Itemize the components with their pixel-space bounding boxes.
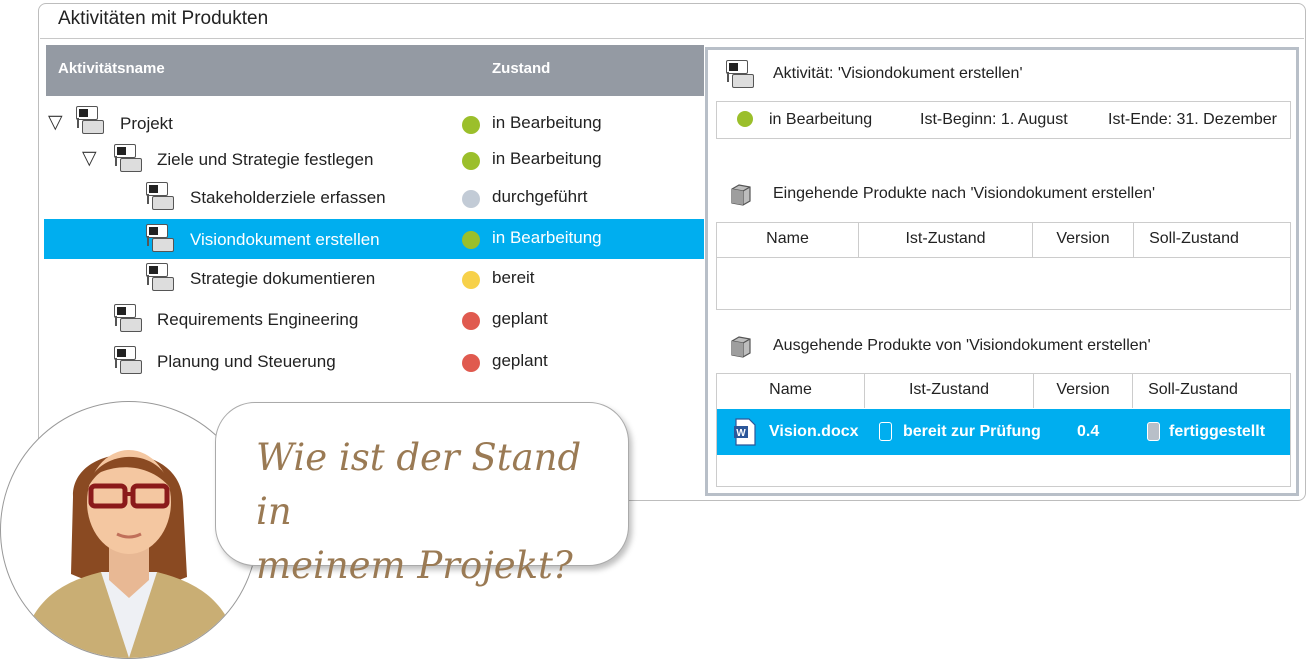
- activity-icon: [114, 144, 144, 174]
- tree-row-visiondokument[interactable]: Visiondokument erstellen in Bearbeitung: [44, 219, 704, 259]
- activity-title: Aktivität: 'Visiondokument erstellen': [773, 65, 1023, 82]
- column-header-name[interactable]: Name: [717, 223, 859, 257]
- activity-icon: [146, 263, 176, 293]
- status-dot: [462, 190, 480, 208]
- speech-bubble-text: Wie ist der Stand in meinem Projekt?: [256, 431, 628, 593]
- word-document-icon: W: [734, 418, 756, 446]
- column-header-name[interactable]: Name: [717, 374, 865, 408]
- column-header-soll[interactable]: Soll-Zustand: [1134, 223, 1254, 257]
- activity-start: Ist-Beginn: 1. August: [920, 111, 1068, 128]
- tree-row-label: Ziele und Strategie festlegen: [157, 150, 374, 169]
- activity-icon: [114, 304, 144, 334]
- window-title: Aktivitäten mit Produkten: [58, 8, 269, 29]
- status-dot: [462, 354, 480, 372]
- tree-row-stakeholderziele[interactable]: Stakeholderziele erfassen durchgeführt: [44, 178, 704, 216]
- product-version: 0.4: [1077, 423, 1100, 440]
- activity-status-box: in Bearbeitung Ist-Beginn: 1. August Ist…: [716, 101, 1291, 139]
- incoming-title: Eingehende Produkte nach 'Visiondokument…: [773, 185, 1156, 202]
- status-dot: [462, 271, 480, 289]
- tree-header: Aktivitätsname Zustand: [46, 45, 704, 96]
- product-ist-state: bereit zur Prüfung: [903, 423, 1041, 440]
- tree-row-planung[interactable]: Planung und Steuerung geplant: [44, 342, 704, 380]
- detail-panel: Aktivität: 'Visiondokument erstellen' in…: [705, 47, 1299, 496]
- svg-text:W: W: [736, 428, 746, 439]
- outgoing-products-table: Name Ist-Zustand Version Soll-Zustand W …: [716, 373, 1291, 487]
- tree-row-label: Stakeholderziele erfassen: [190, 188, 386, 207]
- incoming-products-table: Name Ist-Zustand Version Soll-Zustand: [716, 222, 1291, 310]
- status-text: bereit: [492, 268, 535, 287]
- activity-end: Ist-Ende: 31. Dezember: [1108, 111, 1277, 128]
- status-dot: [462, 231, 480, 249]
- product-cube-icon: [731, 336, 751, 358]
- tree-row-label: Requirements Engineering: [157, 310, 359, 329]
- column-header-ist[interactable]: Ist-Zustand: [865, 374, 1034, 408]
- activity-icon: [76, 106, 106, 136]
- expand-triangle-icon[interactable]: ▽: [48, 111, 63, 134]
- tree-row-label: Strategie dokumentieren: [190, 269, 376, 288]
- tree-row-label: Visiondokument erstellen: [190, 230, 380, 249]
- status-text: geplant: [492, 351, 548, 370]
- speech-line-1: Wie ist der Stand in: [256, 436, 582, 533]
- status-text: durchgeführt: [492, 187, 588, 206]
- tree-row-label: Projekt: [120, 114, 173, 133]
- product-row[interactable]: W Vision.docx bereit zur Prüfung 0.4 fer…: [717, 409, 1290, 455]
- outgoing-title: Ausgehende Produkte von 'Visiondokument …: [773, 337, 1151, 354]
- status-dot: [737, 111, 753, 127]
- column-header-version[interactable]: Version: [1034, 374, 1133, 408]
- activity-icon: [726, 60, 756, 90]
- status-dot: [462, 312, 480, 330]
- activity-state: in Bearbeitung: [769, 111, 873, 128]
- product-name[interactable]: Vision.docx: [769, 423, 859, 441]
- tree-row-projekt[interactable]: ▽ Projekt in Bearbeitung: [44, 104, 704, 142]
- speech-line-2: meinem Projekt?: [256, 544, 573, 587]
- status-text: in Bearbeitung: [492, 149, 602, 168]
- product-cube-icon: [731, 184, 751, 206]
- activity-icon: [146, 182, 176, 212]
- column-header-ist[interactable]: Ist-Zustand: [859, 223, 1033, 257]
- status-text: in Bearbeitung: [492, 113, 602, 132]
- tree-row-ziele[interactable]: ▽ Ziele und Strategie festlegen in Bearb…: [44, 140, 704, 178]
- column-header-name[interactable]: Aktivitätsname: [58, 60, 165, 77]
- ist-state-icon: [879, 422, 892, 441]
- tree-row-requirements[interactable]: Requirements Engineering geplant: [44, 300, 704, 338]
- activity-icon: [146, 224, 176, 254]
- title-divider: [40, 38, 1304, 39]
- product-soll-state: fertiggestellt: [1169, 423, 1266, 440]
- status-dot: [462, 152, 480, 170]
- tree-row-label: Planung und Steuerung: [157, 352, 336, 371]
- status-text: geplant: [492, 309, 548, 328]
- status-dot: [462, 116, 480, 134]
- speech-bubble: Wie ist der Stand in meinem Projekt?: [215, 402, 629, 587]
- soll-state-icon: [1147, 422, 1160, 441]
- tree-row-strategie[interactable]: Strategie dokumentieren bereit: [44, 259, 704, 297]
- column-header-soll[interactable]: Soll-Zustand: [1133, 374, 1253, 408]
- activity-icon: [114, 346, 144, 376]
- header-divider: [717, 257, 1290, 258]
- column-header-version[interactable]: Version: [1033, 223, 1134, 257]
- expand-triangle-icon[interactable]: ▽: [82, 147, 97, 170]
- status-text: in Bearbeitung: [492, 228, 602, 247]
- column-header-state[interactable]: Zustand: [492, 60, 550, 77]
